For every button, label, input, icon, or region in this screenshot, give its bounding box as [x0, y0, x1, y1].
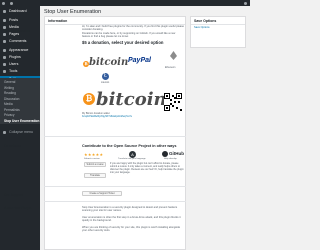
translate-label: Translate into your language: [118, 158, 146, 160]
collapse-icon: [3, 130, 6, 134]
comment-icon: [3, 39, 6, 43]
submenu-item-discussion[interactable]: Discussion: [4, 97, 19, 101]
sidebar-item-appearance[interactable]: Appearance: [0, 47, 40, 53]
litecoin-label: Litecoin: [101, 81, 110, 84]
sidebar-item-plugins[interactable]: Plugins: [0, 54, 40, 60]
site-icon[interactable]: [10, 1, 13, 5]
bitcoin-logo[interactable]: bitcoin: [89, 57, 128, 68]
save-options-header: Save Options: [191, 17, 245, 25]
bitcoin-large-icon: ₿: [83, 93, 95, 105]
contribute-heading: Contribute to the Open Source Project in…: [82, 144, 177, 148]
dashboard-icon: [3, 9, 6, 13]
wrench-icon: [3, 69, 6, 73]
submenu-item-reading[interactable]: Reading: [4, 91, 16, 95]
save-options-title: Save Options: [194, 18, 217, 23]
sidebar-item-users[interactable]: Users: [0, 61, 40, 67]
get-support-row-label: Get Support: [4, 193, 24, 197]
user-avatar[interactable]: [244, 1, 247, 5]
about-row-label: About this Plugin: [4, 206, 32, 210]
sidebar-item-tools[interactable]: Tools: [0, 68, 40, 74]
litecoin-icon[interactable]: Ł: [102, 73, 109, 80]
github-icon[interactable]: [162, 151, 168, 157]
info-text-1: Hi, I'm alan and I build free plugins fo…: [82, 25, 184, 32]
plug-icon: [3, 55, 6, 59]
submenu-item-privacy[interactable]: Privacy: [4, 113, 14, 117]
save-options-box: Save Options Save Options: [190, 16, 246, 48]
information-panel: Information: [44, 16, 186, 250]
collapse-menu-button[interactable]: Collapse menu: [0, 129, 40, 135]
settings-submenu: General Writing Reading Discussion Media…: [0, 78, 40, 124]
page-title: Stop User Enumeration: [44, 9, 102, 15]
user-icon: [3, 62, 6, 66]
divider: [44, 186, 186, 187]
donation-heading: $5 a donation, select your desired optio…: [82, 40, 164, 45]
github-logo[interactable]: GitHub: [169, 151, 184, 156]
about-text-2: User enumeration is often the first step…: [82, 216, 181, 223]
submenu-item-stop-user-enumeration[interactable]: Stop User Enumeration: [4, 119, 39, 123]
create-support-ticket-button[interactable]: Create a Support Ticket: [82, 191, 122, 196]
about-text-1: Stop User Enumeration is a security plug…: [82, 206, 178, 213]
github-sublabel: Help develop: [164, 158, 177, 160]
panel-header: Information: [45, 17, 185, 25]
about-text-3: When you are thinking of security for yo…: [82, 226, 181, 233]
paypal-logo[interactable]: PayPal: [128, 57, 151, 64]
wordpress-icon[interactable]: [2, 1, 5, 5]
bitcoin-address[interactable]: bc1q0d7kdx8w0fyx5pyh8r7cfkkwlpx0ckfwq7cx…: [82, 116, 132, 119]
info-text-2: Donations can be made here, or by suppor…: [82, 32, 176, 39]
ethereum-label: Ethereum: [165, 66, 176, 69]
save-options-link[interactable]: Save Options: [194, 26, 210, 29]
contribute-row-label: Contribute: [4, 144, 21, 148]
bitcoin-qr-code: [164, 93, 182, 111]
submit-review-button[interactable]: Submit a review: [84, 162, 106, 167]
submenu-item-permalinks[interactable]: Permalinks: [4, 108, 20, 112]
sidebar-item-dashboard[interactable]: Dashboard: [0, 8, 40, 14]
address-label: My Bitcoin donation wallet: [82, 112, 110, 115]
rating-stars-icon[interactable]: ★★★★★: [84, 152, 103, 157]
pin-icon: [3, 18, 6, 22]
submenu-item-writing[interactable]: Writing: [4, 86, 14, 90]
admin-sidebar: Dashboard Posts Media Pages Comments App…: [0, 6, 40, 250]
divider: [44, 136, 186, 137]
divider: [44, 201, 186, 202]
submenu-item-general[interactable]: General: [4, 80, 15, 84]
info-row-label: SUE Information: [4, 29, 30, 33]
brush-icon: [3, 48, 6, 52]
sidebar-item-comments[interactable]: Comments: [0, 38, 40, 44]
review-label: Submit a review: [84, 158, 100, 160]
submenu-item-media[interactable]: Media: [4, 102, 13, 106]
panel-title: Information: [48, 18, 68, 23]
bitcoin-large-logo: bitcoin: [96, 89, 167, 110]
translate-icon[interactable]: A: [129, 151, 136, 158]
translate-button[interactable]: Translate: [84, 173, 106, 178]
contribute-text: If you are happy with the plugin but can…: [110, 162, 184, 175]
sidebar-item-posts[interactable]: Posts: [0, 17, 40, 23]
